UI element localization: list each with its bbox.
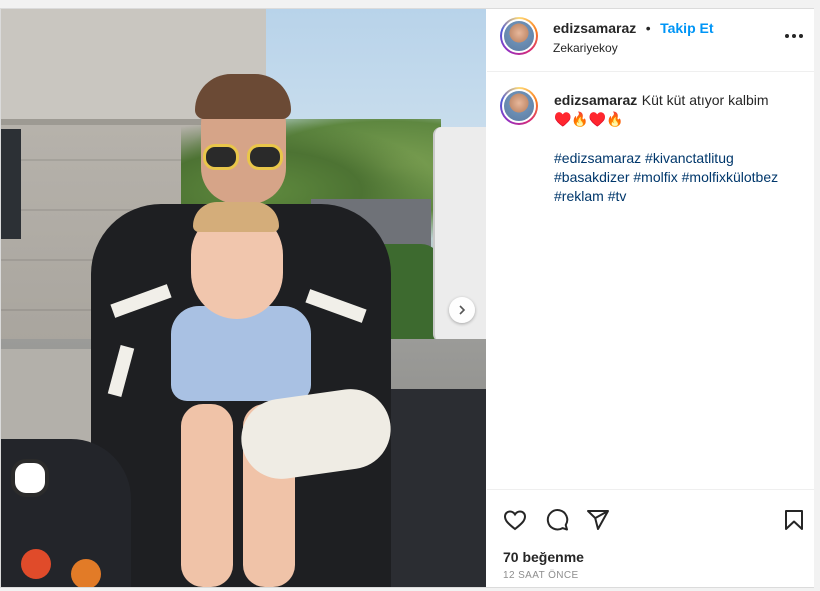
author-username[interactable]: edizsamaraz (553, 20, 636, 36)
heart-icon[interactable] (503, 508, 527, 532)
hashtag-link[interactable]: #kivanctatlitug (645, 150, 734, 166)
author-avatar[interactable] (500, 17, 538, 55)
caption-avatar[interactable] (500, 87, 538, 125)
photo-jacket-stripe (110, 284, 172, 318)
photo-window (1, 129, 21, 239)
post-side-panel: edizsamaraz • Takip Et Zekariyekoy edizs… (487, 9, 814, 587)
caption: edizsamaraz Küt küt atıyor kalbim ♥️🔥♥️🔥 (554, 91, 804, 129)
photo-jacket-stripe (107, 345, 135, 397)
post-photo[interactable] (1, 9, 486, 587)
hashtag-link[interactable]: #tv (608, 188, 627, 204)
hashtag-link[interactable]: #molfixkülotbez (682, 169, 779, 185)
header-separator: • (645, 20, 651, 36)
caption-emoji: ♥️🔥♥️🔥 (554, 111, 624, 127)
comment-icon[interactable] (545, 508, 569, 532)
caption-text: Küt küt atıyor kalbim (641, 92, 769, 108)
photo-man-hair (195, 74, 291, 119)
bookmark-icon[interactable] (782, 508, 806, 532)
photo-jacket-stripe (305, 289, 367, 323)
photo-man (91, 74, 396, 587)
follow-button[interactable]: Takip Et (660, 20, 713, 36)
hashtag-link[interactable]: #edizsamaraz (554, 150, 641, 166)
photo-sticker (21, 549, 51, 579)
caption-username[interactable]: edizsamaraz (554, 92, 637, 108)
caption-hashtags: #edizsamaraz #kivanctatlitug #basakdizer… (554, 149, 804, 206)
like-count[interactable]: 70 beğenme (503, 549, 584, 565)
hashtag-link[interactable]: #basakdizer (554, 169, 630, 185)
post-timestamp[interactable]: 12 SAAT ÖNCE (503, 570, 579, 581)
photo-baby-shirt (171, 306, 311, 401)
post-actions: 70 beğenme 12 SAAT ÖNCE (487, 489, 814, 588)
more-horizontal-icon[interactable] (784, 29, 804, 43)
photo-motorcycle-front (1, 439, 131, 587)
send-icon[interactable] (586, 508, 610, 532)
instagram-post: edizsamaraz • Takip Et Zekariyekoy edizs… (0, 8, 814, 588)
post-location[interactable]: Zekariyekoy (553, 41, 618, 55)
header-title-row: edizsamaraz • Takip Et (553, 20, 714, 38)
photo-sticker (71, 559, 101, 587)
screenshot-frame: edizsamaraz • Takip Et Zekariyekoy edizs… (0, 0, 820, 591)
photo-sticker (11, 459, 49, 497)
photo-sunglasses (203, 144, 285, 172)
hashtag-link[interactable]: #reklam (554, 188, 604, 204)
next-photo-button[interactable] (449, 297, 475, 323)
post-header: edizsamaraz • Takip Et Zekariyekoy (487, 9, 814, 72)
photo-baby-hair (193, 202, 279, 232)
hashtag-link[interactable]: #molfix (633, 169, 677, 185)
chevron-right-icon (459, 305, 466, 315)
